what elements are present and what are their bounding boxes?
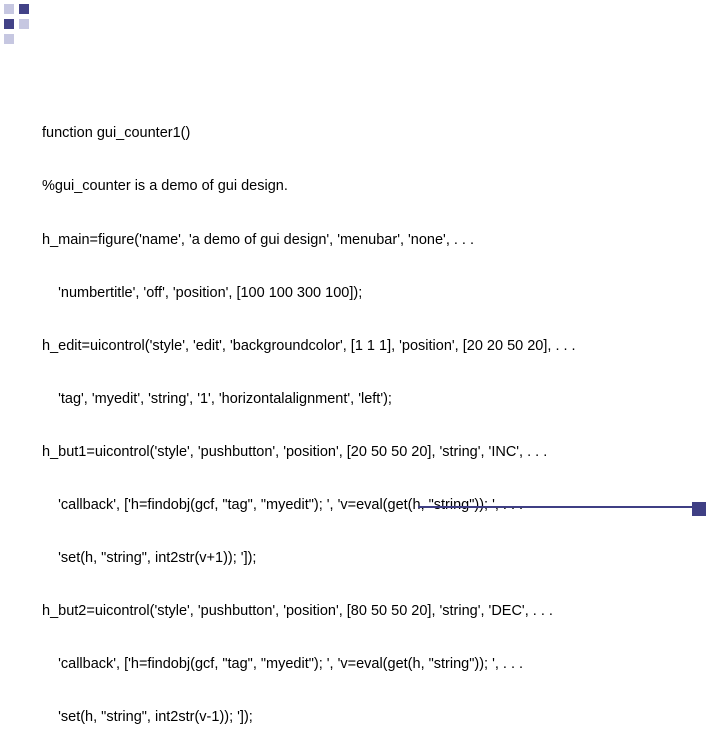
- code-line: 'set(h, "string", int2str(v-1)); ']);: [42, 709, 690, 727]
- code-line: h_but2=uicontrol('style', 'pushbutton', …: [42, 603, 690, 621]
- code-line: 'set(h, "string", int2str(v+1)); ']);: [42, 550, 690, 568]
- code-block: function gui_counter1() %gui_counter is …: [42, 90, 690, 744]
- deco-line: [418, 506, 698, 508]
- code-line: 'callback', ['h=findobj(gcf, "tag", "mye…: [42, 656, 690, 674]
- deco-bullet: [4, 19, 14, 29]
- deco-square: [692, 502, 706, 516]
- deco-bullet: [19, 4, 29, 14]
- deco-bullet: [4, 4, 14, 14]
- deco-bullet: [4, 34, 14, 44]
- code-line: h_edit=uicontrol('style', 'edit', 'backg…: [42, 338, 690, 356]
- code-line: function gui_counter1(): [42, 125, 690, 143]
- code-line: %gui_counter is a demo of gui design.: [42, 178, 690, 196]
- code-line: h_but1=uicontrol('style', 'pushbutton', …: [42, 444, 690, 462]
- code-line: 'numbertitle', 'off', 'position', [100 1…: [42, 285, 690, 303]
- code-line: h_main=figure('name', 'a demo of gui des…: [42, 232, 690, 250]
- code-line: 'tag', 'myedit', 'string', '1', 'horizon…: [42, 391, 690, 409]
- deco-bullet: [19, 19, 29, 29]
